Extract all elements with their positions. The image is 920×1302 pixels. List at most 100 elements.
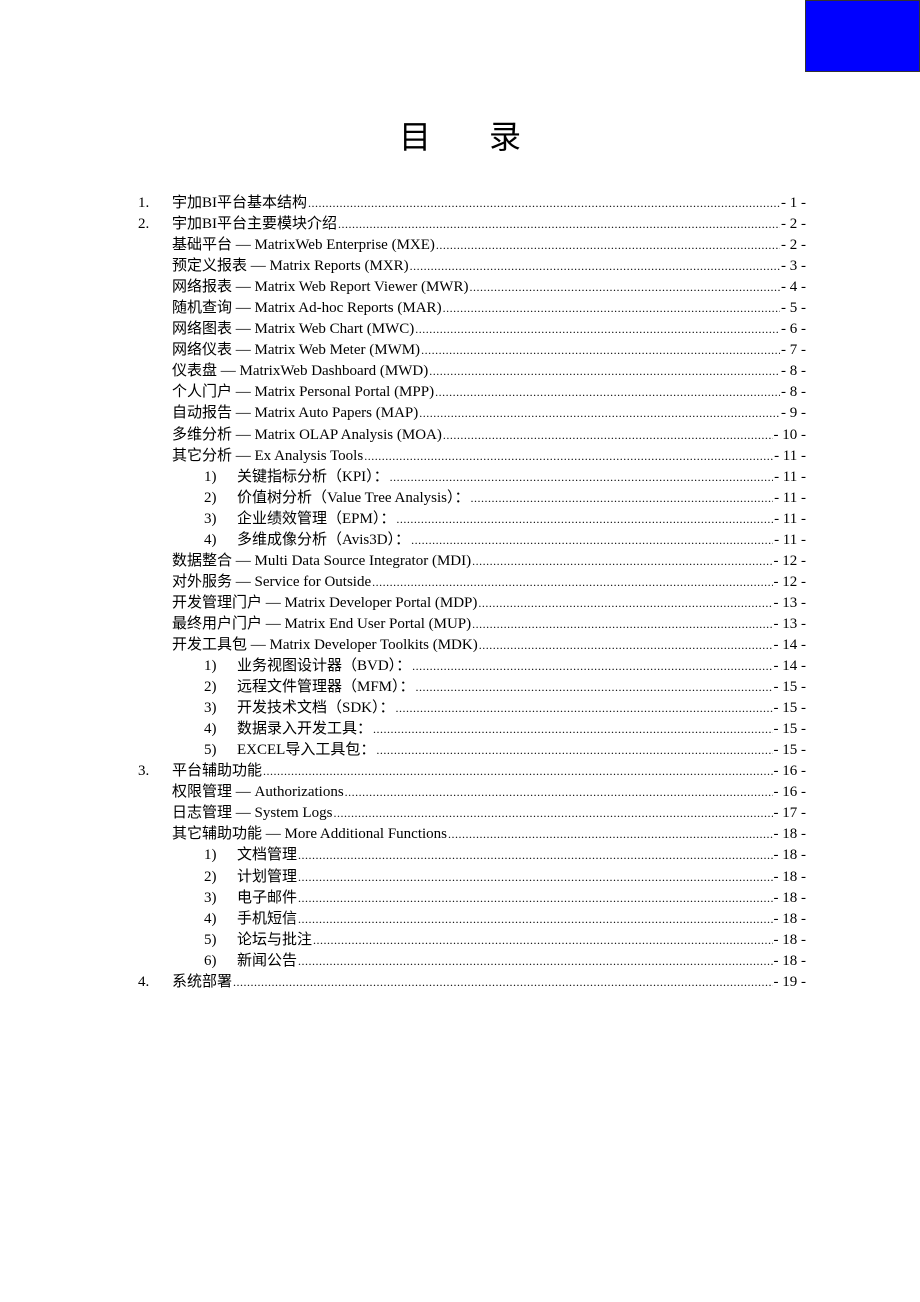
toc-entry-label[interactable]: 多维分析 — Matrix OLAP Analysis (MOA) bbox=[172, 425, 442, 446]
toc-entry-label[interactable]: 手机短信 bbox=[237, 909, 297, 930]
toc-entry-page-number[interactable]: - 1 - bbox=[781, 193, 806, 214]
toc-entry-page-number[interactable]: - 3 - bbox=[781, 256, 806, 277]
toc-entry[interactable]: 其它分析 — Ex Analysis Tools - 11 - bbox=[138, 446, 806, 467]
toc-entry[interactable]: 4) 多维成像分析（Avis3D）： - 11 - bbox=[138, 530, 806, 551]
toc-entry-page-number[interactable]: - 8 - bbox=[781, 361, 806, 382]
toc-entry-page-number[interactable]: - 15 - bbox=[774, 740, 807, 761]
toc-entry[interactable]: 3) 电子邮件 - 18 - bbox=[138, 888, 806, 909]
toc-entry-page-number[interactable]: - 11 - bbox=[774, 467, 806, 488]
toc-entry[interactable]: 开发管理门户 — Matrix Developer Portal (MDP) - … bbox=[138, 593, 806, 614]
toc-entry-label[interactable]: 日志管理 — System Logs bbox=[172, 803, 332, 824]
toc-entry[interactable]: 网络图表 — Matrix Web Chart (MWC) - 6 - bbox=[138, 319, 806, 340]
toc-entry[interactable]: 仪表盘 — MatrixWeb Dashboard (MWD) - 8 - bbox=[138, 361, 806, 382]
toc-entry-label[interactable]: 电子邮件 bbox=[237, 888, 297, 909]
toc-entry-label[interactable]: 数据录入开发工具： bbox=[237, 719, 372, 740]
toc-entry-page-number[interactable]: - 11 - bbox=[774, 488, 806, 509]
toc-entry-page-number[interactable]: - 11 - bbox=[774, 509, 806, 530]
toc-entry-page-number[interactable]: - 11 - bbox=[774, 530, 806, 551]
toc-entry-label[interactable]: 网络报表 — Matrix Web Report Viewer (MWR) bbox=[172, 277, 468, 298]
toc-entry[interactable]: 日志管理 — System Logs - 17 - bbox=[138, 803, 806, 824]
toc-entry[interactable]: 开发工具包 — Matrix Developer Toolkits (MDK) -… bbox=[138, 635, 806, 656]
toc-entry[interactable]: 2. 宇加BI平台主要模块介绍 - 2 - bbox=[138, 214, 806, 235]
toc-entry-label[interactable]: 论坛与批注 bbox=[237, 930, 312, 951]
toc-entry-page-number[interactable]: - 15 - bbox=[774, 698, 807, 719]
toc-entry-page-number[interactable]: - 13 - bbox=[774, 614, 807, 635]
toc-entry[interactable]: 自动报告 — Matrix Auto Papers (MAP) - 9 - bbox=[138, 403, 806, 424]
toc-entry-page-number[interactable]: - 2 - bbox=[781, 235, 806, 256]
toc-entry-label[interactable]: 业务视图设计器（BVD）： bbox=[237, 656, 411, 677]
toc-entry-label[interactable]: 新闻公告 bbox=[237, 951, 297, 972]
toc-entry-label[interactable]: 随机查询 — Matrix Ad-hoc Reports (MAR) bbox=[172, 298, 442, 319]
toc-entry[interactable]: 多维分析 — Matrix OLAP Analysis (MOA) - 10 - bbox=[138, 425, 806, 446]
toc-entry[interactable]: 预定义报表 — Matrix Reports (MXR) - 3 - bbox=[138, 256, 806, 277]
toc-entry[interactable]: 6) 新闻公告 - 18 - bbox=[138, 951, 806, 972]
toc-entry-page-number[interactable]: - 7 - bbox=[781, 340, 806, 361]
toc-entry-page-number[interactable]: - 18 - bbox=[774, 845, 807, 866]
toc-entry-label[interactable]: 基础平台 — MatrixWeb Enterprise (MXE) bbox=[172, 235, 435, 256]
toc-entry[interactable]: 个人门户 — Matrix Personal Portal (MPP) - 8 - bbox=[138, 382, 806, 403]
toc-entry-label[interactable]: 预定义报表 — Matrix Reports (MXR) bbox=[172, 256, 409, 277]
toc-entry-page-number[interactable]: - 14 - bbox=[774, 656, 807, 677]
toc-entry-label[interactable]: 远程文件管理器（MFM）： bbox=[237, 677, 415, 698]
toc-entry-page-number[interactable]: - 15 - bbox=[774, 677, 807, 698]
toc-entry[interactable]: 基础平台 — MatrixWeb Enterprise (MXE) - 2 - bbox=[138, 235, 806, 256]
toc-entry[interactable]: 2) 计划管理 - 18 - bbox=[138, 867, 806, 888]
toc-entry[interactable]: 权限管理 — Authorizations - 16 - bbox=[138, 782, 806, 803]
toc-entry[interactable]: 1) 业务视图设计器（BVD）： - 14 - bbox=[138, 656, 806, 677]
toc-entry[interactable]: 5) 论坛与批注 - 18 - bbox=[138, 930, 806, 951]
toc-entry-page-number[interactable]: - 19 - bbox=[774, 972, 807, 993]
toc-entry-label[interactable]: 平台辅助功能 bbox=[172, 761, 262, 782]
toc-entry-page-number[interactable]: - 6 - bbox=[781, 319, 806, 340]
toc-entry-label[interactable]: 仪表盘 — MatrixWeb Dashboard (MWD) bbox=[172, 361, 428, 382]
toc-entry-label[interactable]: 网络仪表 — Matrix Web Meter (MWM) bbox=[172, 340, 420, 361]
toc-entry-label[interactable]: 开发工具包 — Matrix Developer Toolkits (MDK) bbox=[172, 635, 478, 656]
toc-entry[interactable]: 2) 价值树分析（Value Tree Analysis）： - 11 - bbox=[138, 488, 806, 509]
toc-entry-page-number[interactable]: - 5 - bbox=[781, 298, 806, 319]
toc-entry-page-number[interactable]: - 18 - bbox=[774, 888, 807, 909]
toc-entry-label[interactable]: 权限管理 — Authorizations bbox=[172, 782, 344, 803]
toc-entry[interactable]: 对外服务 — Service for Outside - 12 - bbox=[138, 572, 806, 593]
toc-entry[interactable]: 网络报表 — Matrix Web Report Viewer (MWR) - 4… bbox=[138, 277, 806, 298]
toc-entry[interactable]: 最终用户门户 — Matrix End User Portal (MUP) - 1… bbox=[138, 614, 806, 635]
toc-entry-page-number[interactable]: - 12 - bbox=[774, 551, 807, 572]
toc-entry[interactable]: 2) 远程文件管理器（MFM）： - 15 - bbox=[138, 677, 806, 698]
toc-entry-label[interactable]: 宇加BI平台基本结构 bbox=[172, 193, 307, 214]
toc-entry-page-number[interactable]: - 18 - bbox=[774, 930, 807, 951]
toc-entry[interactable]: 1. 宇加BI平台基本结构 - 1 - bbox=[138, 193, 806, 214]
toc-entry[interactable]: 1) 关键指标分析（KPI）： - 11 - bbox=[138, 467, 806, 488]
toc-entry[interactable]: 4. 系统部署 - 19 - bbox=[138, 972, 806, 993]
toc-entry-label[interactable]: 自动报告 — Matrix Auto Papers (MAP) bbox=[172, 403, 418, 424]
toc-entry-page-number[interactable]: - 16 - bbox=[774, 761, 807, 782]
toc-entry-page-number[interactable]: - 4 - bbox=[781, 277, 806, 298]
toc-entry[interactable]: 3) 企业绩效管理（EPM）： - 11 - bbox=[138, 509, 806, 530]
toc-entry-page-number[interactable]: - 18 - bbox=[774, 951, 807, 972]
toc-entry-page-number[interactable]: - 13 - bbox=[774, 593, 807, 614]
toc-entry[interactable]: 5) EXCEL导入工具包： - 15 - bbox=[138, 740, 806, 761]
toc-entry-label[interactable]: 系统部署 bbox=[172, 972, 232, 993]
toc-entry-label[interactable]: 其它分析 — Ex Analysis Tools bbox=[172, 446, 363, 467]
toc-entry-page-number[interactable]: - 15 - bbox=[774, 719, 807, 740]
toc-entry[interactable]: 1) 文档管理 - 18 - bbox=[138, 845, 806, 866]
toc-entry-label[interactable]: 开发技术文档（SDK）： bbox=[237, 698, 395, 719]
toc-entry-label[interactable]: 对外服务 — Service for Outside bbox=[172, 572, 371, 593]
toc-entry[interactable]: 数据整合 — Multi Data Source Integrator (MDI… bbox=[138, 551, 806, 572]
toc-entry-page-number[interactable]: - 10 - bbox=[774, 425, 807, 446]
toc-entry[interactable]: 4) 数据录入开发工具： - 15 - bbox=[138, 719, 806, 740]
toc-entry-label[interactable]: EXCEL导入工具包： bbox=[237, 740, 375, 761]
toc-entry-page-number[interactable]: - 8 - bbox=[781, 382, 806, 403]
toc-entry-page-number[interactable]: - 12 - bbox=[774, 572, 807, 593]
toc-entry[interactable]: 网络仪表 — Matrix Web Meter (MWM) - 7 - bbox=[138, 340, 806, 361]
toc-entry-page-number[interactable]: - 2 - bbox=[781, 214, 806, 235]
toc-entry-label[interactable]: 网络图表 — Matrix Web Chart (MWC) bbox=[172, 319, 414, 340]
toc-entry-label[interactable]: 个人门户 — Matrix Personal Portal (MPP) bbox=[172, 382, 434, 403]
toc-entry-label[interactable]: 最终用户门户 — Matrix End User Portal (MUP) bbox=[172, 614, 471, 635]
toc-entry-label[interactable]: 计划管理 bbox=[237, 867, 297, 888]
toc-entry-label[interactable]: 其它辅助功能 — More Additional Functions bbox=[172, 824, 447, 845]
toc-entry-label[interactable]: 宇加BI平台主要模块介绍 bbox=[172, 214, 337, 235]
toc-entry[interactable]: 3) 开发技术文档（SDK）： - 15 - bbox=[138, 698, 806, 719]
toc-entry[interactable]: 随机查询 — Matrix Ad-hoc Reports (MAR) - 5 - bbox=[138, 298, 806, 319]
toc-entry-page-number[interactable]: - 9 - bbox=[781, 403, 806, 424]
toc-entry-page-number[interactable]: - 16 - bbox=[774, 782, 807, 803]
toc-entry[interactable]: 4) 手机短信 - 18 - bbox=[138, 909, 806, 930]
toc-entry[interactable]: 3. 平台辅助功能 - 16 - bbox=[138, 761, 806, 782]
